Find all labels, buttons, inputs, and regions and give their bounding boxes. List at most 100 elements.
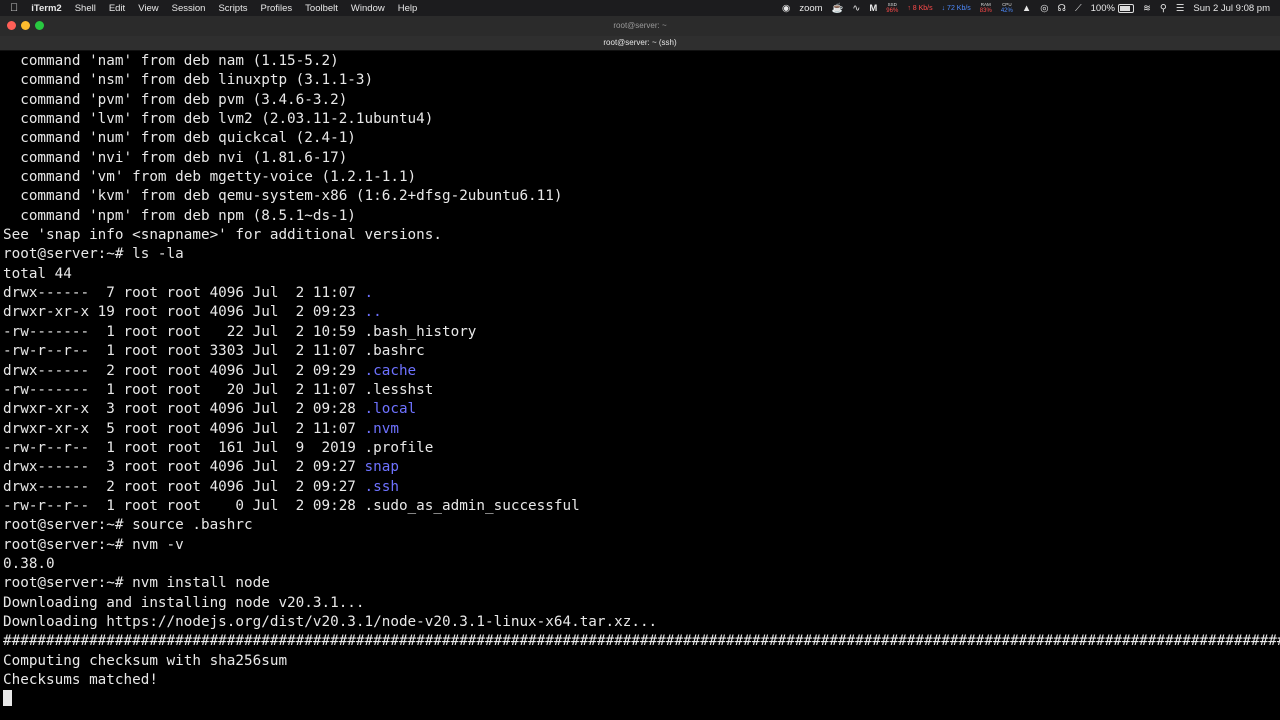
minimize-button[interactable] (21, 21, 30, 30)
listing-file-name: .lesshst (364, 381, 434, 398)
listing-row: drwx------ 2 root root 4096 Jul 2 09:27 … (3, 478, 1280, 497)
listing-file-name: .bash_history (364, 323, 477, 340)
window-title: root@server: ~ (613, 21, 667, 30)
text-cursor (3, 690, 12, 707)
terminal-line: command 'lvm' from deb lvm2 (2.03.11-2.1… (3, 111, 434, 128)
datetime[interactable]: Sun 2 Jul 9:08 pm (1193, 3, 1270, 14)
listing-row: -rw-r--r-- 1 root root 161 Jul 9 2019 .p… (3, 439, 1280, 458)
apple-logo-icon[interactable]:  (10, 2, 18, 14)
listing-row: drwxr-xr-x 19 root root 4096 Jul 2 09:23… (3, 303, 1280, 322)
search-icon[interactable]: ⚲ (1160, 3, 1167, 14)
ram-usage[interactable]: RAM 83% (980, 2, 992, 14)
listing-meta: -rw------- 1 root root 22 Jul 2 10:59 (3, 323, 365, 340)
listing-meta: drwx------ 7 root root 4096 Jul 2 11:07 (3, 285, 365, 302)
tab-title: root@server: ~ (ssh) (603, 38, 677, 47)
terminal-line: root@server:~# source .bashrc (3, 517, 253, 534)
directory-listing: drwx------ 7 root root 4096 Jul 2 11:07 … (3, 284, 1280, 516)
control-center-icon[interactable]: ☰ (1176, 3, 1185, 14)
menu-bar:  iTerm2 Shell Edit View Session Scripts… (0, 0, 1280, 16)
battery-icon (1117, 3, 1134, 13)
listing-row: drwx------ 3 root root 4096 Jul 2 09:27 … (3, 458, 1280, 477)
listing-file-name: .profile (364, 439, 434, 456)
listing-row: drwxr-xr-x 3 root root 4096 Jul 2 09:28 … (3, 400, 1280, 419)
pen-slash-icon[interactable]: ⟋ (1075, 3, 1082, 14)
menu-help[interactable]: Help (398, 3, 418, 14)
listing-meta: -rw-r--r-- 1 root root 161 Jul 9 2019 (3, 439, 365, 456)
headphones-icon[interactable]: ☊ (1058, 3, 1066, 14)
listing-meta: drwxr-xr-x 5 root root 4096 Jul 2 11:07 (3, 420, 365, 437)
listing-row: drwxr-xr-x 5 root root 4096 Jul 2 11:07 … (3, 420, 1280, 439)
upload-speed[interactable]: ↑ 8 Kb/s (907, 5, 932, 12)
terminal-line: Computing checksum with sha256sum (3, 652, 288, 669)
terminal-line: total 44 (3, 265, 72, 282)
wifi-icon[interactable]: ≋ (1143, 3, 1151, 14)
screen-record-icon[interactable]: ◉ (782, 3, 790, 14)
menu-shell[interactable]: Shell (75, 3, 96, 14)
menu-session[interactable]: Session (172, 3, 206, 14)
listing-dir-name: .ssh (364, 478, 399, 495)
cpu-usage[interactable]: CPU 42% (1001, 2, 1013, 14)
listing-dir-name: .local (364, 401, 417, 418)
listing-meta: drwx------ 2 root root 4096 Jul 2 09:27 (3, 478, 365, 495)
battery-status[interactable]: 100% (1091, 3, 1134, 14)
menu-window[interactable]: Window (351, 3, 385, 14)
listing-row: drwx------ 7 root root 4096 Jul 2 11:07 … (3, 284, 1280, 303)
menu-view[interactable]: View (138, 3, 158, 14)
menu-bar-left:  iTerm2 Shell Edit View Session Scripts… (10, 2, 430, 14)
listing-meta: -rw-r--r-- 1 root root 0 Jul 2 09:28 (3, 497, 365, 514)
terminal-line: command 'npm' from deb npm (8.5.1~ds-1) (3, 207, 356, 224)
listing-file-name: .bashrc (364, 343, 425, 360)
terminal-line: root@server:~# ls -la (3, 246, 184, 263)
terminal-output[interactable]: command 'nam' from deb nam (1.15-5.2) co… (3, 52, 1280, 720)
listing-meta: -rw-r--r-- 1 root root 3303 Jul 2 11:07 (3, 343, 365, 360)
terminal-line: command 'nam' from deb nam (1.15-5.2) (3, 53, 339, 69)
terminal-line: root@server:~# nvm -v (3, 536, 184, 553)
traffic-lights (7, 21, 49, 30)
close-button[interactable] (7, 21, 16, 30)
listing-row: drwx------ 2 root root 4096 Jul 2 09:29 … (3, 362, 1280, 381)
terminal-line: 0.38.0 (3, 555, 55, 572)
zoom-button[interactable] (35, 21, 44, 30)
listing-dir-name: snap (364, 459, 399, 476)
terminal-line: Downloading and installing node v20.3.1.… (3, 594, 365, 611)
battery-percent: 100% (1090, 2, 1115, 14)
ssd-value: 96% (886, 8, 899, 14)
menu-toolbelt[interactable]: Toolbelt (305, 3, 338, 14)
cloud-sync-icon[interactable]: ∿ (852, 3, 860, 14)
terminal-line: Checksums matched! (3, 672, 158, 688)
terminal-line: command 'nsm' from deb linuxptp (3.1.1-3… (3, 72, 374, 89)
teapot-icon[interactable]: ☕ (832, 3, 844, 14)
listing-file-name: .sudo_as_admin_successful (364, 497, 580, 514)
ssd-usage[interactable]: SSD 96% (886, 2, 898, 14)
cpu-value: 42% (1000, 8, 1013, 14)
download-speed[interactable]: ↓ 72 Kb/s (942, 5, 971, 12)
terminal-line: command 'vm' from deb mgetty-voice (1.2.… (3, 169, 417, 186)
window-titlebar[interactable]: root@server: ~ (0, 16, 1280, 36)
menu-scripts[interactable]: Scripts (218, 3, 247, 14)
ram-value: 83% (979, 8, 992, 14)
prompt-line[interactable] (3, 690, 1280, 709)
listing-row: -rw------- 1 root root 22 Jul 2 10:59 .b… (3, 323, 1280, 342)
m-app-icon[interactable]: M (869, 3, 877, 14)
listing-dir-name: .cache (364, 362, 417, 379)
listing-meta: drwx------ 2 root root 4096 Jul 2 09:29 (3, 362, 365, 379)
alert-triangle-icon[interactable]: ▲ (1022, 3, 1031, 14)
session-tab[interactable]: root@server: ~ (ssh) (0, 36, 1280, 51)
output-block-checksum: Computing checksum with sha256sum Checksu… (3, 652, 1280, 691)
zoom-status[interactable]: zoom (799, 3, 822, 14)
terminal-line: command 'nvi' from deb nvi (1.81.6-17) (3, 149, 348, 166)
download-progress-bar: ########################################… (3, 633, 1280, 650)
menu-edit[interactable]: Edit (109, 3, 125, 14)
terminal-line: command 'kvm' from deb qemu-system-x86 (… (3, 188, 563, 205)
terminal-line: command 'pvm' from deb pvm (3.4.6-3.2) (3, 91, 348, 108)
listing-dir-name: .nvm (364, 420, 399, 437)
listing-row: -rw-r--r-- 1 root root 0 Jul 2 09:28 .su… (3, 497, 1280, 516)
menu-app-name[interactable]: iTerm2 (31, 3, 61, 14)
target-icon[interactable]: ◎ (1040, 3, 1048, 14)
listing-meta: drwxr-xr-x 19 root root 4096 Jul 2 09:23 (3, 304, 365, 321)
listing-dir-name: . (364, 285, 374, 302)
listing-meta: drwx------ 3 root root 4096 Jul 2 09:27 (3, 459, 365, 476)
listing-row: -rw-r--r-- 1 root root 3303 Jul 2 11:07 … (3, 342, 1280, 361)
menu-profiles[interactable]: Profiles (260, 3, 292, 14)
listing-row: -rw------- 1 root root 20 Jul 2 11:07 .l… (3, 381, 1280, 400)
